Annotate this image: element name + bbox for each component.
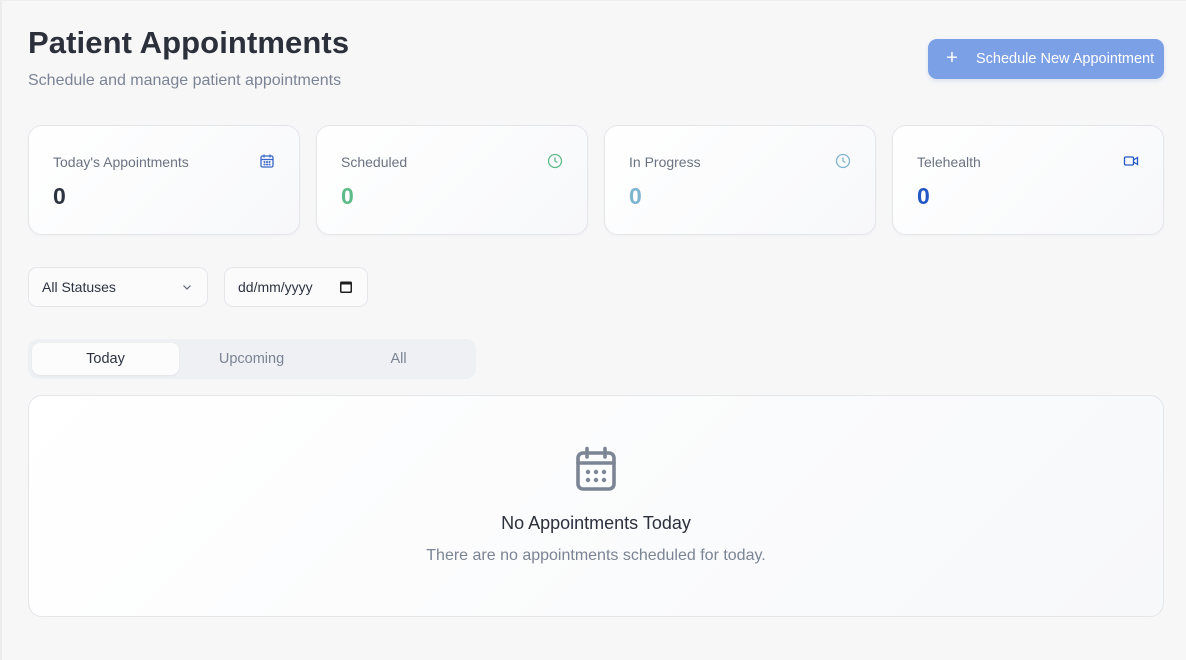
stat-value: 0 xyxy=(917,183,930,209)
status-filter-value: All Statuses xyxy=(42,279,116,295)
date-filter-input[interactable]: dd/mm/yyyy xyxy=(224,267,368,307)
empty-state-text: There are no appointments scheduled for … xyxy=(426,547,766,564)
stat-card-in-progress: In Progress 0 xyxy=(604,125,876,235)
calendar-picker-icon[interactable] xyxy=(339,280,353,294)
schedule-new-appointment-button[interactable]: + Schedule New Appointment xyxy=(928,39,1164,79)
stat-label: Telehealth xyxy=(917,154,981,170)
page-title: Patient Appointments xyxy=(28,25,350,60)
empty-state-title: No Appointments Today xyxy=(501,513,691,533)
status-filter-select[interactable]: All Statuses xyxy=(28,267,208,307)
appointments-page: Patient Appointments Schedule and manage… xyxy=(0,0,1186,660)
stat-card-telehealth: Telehealth 0 xyxy=(892,125,1164,235)
calendar-icon xyxy=(260,154,274,168)
schedule-new-appointment-label: Schedule New Appointment xyxy=(976,51,1155,67)
clock-icon xyxy=(547,153,563,169)
stat-card-today: Today's Appointments 0 xyxy=(28,125,300,235)
calendar-icon xyxy=(576,446,616,491)
stat-value: 0 xyxy=(53,183,66,209)
page-subtitle: Schedule and manage patient appointments xyxy=(28,72,342,89)
date-filter-placeholder: dd/mm/yyyy xyxy=(238,279,313,295)
appointments-empty-state: No Appointments Today There are no appoi… xyxy=(28,395,1164,617)
stat-label: Scheduled xyxy=(341,154,408,170)
stat-label: In Progress xyxy=(629,154,701,170)
stat-card-scheduled: Scheduled 0 xyxy=(316,125,588,235)
tab-upcoming[interactable]: Upcoming xyxy=(178,343,325,375)
clock-icon xyxy=(835,153,851,169)
tab-all[interactable]: All xyxy=(325,343,472,375)
stat-value: 0 xyxy=(341,183,354,209)
appointment-tabs: Today Upcoming All xyxy=(28,339,476,379)
stat-value: 0 xyxy=(629,183,642,209)
tab-today[interactable]: Today xyxy=(32,343,179,375)
chevron-down-icon xyxy=(183,285,191,290)
plus-icon: + xyxy=(946,47,958,69)
video-icon xyxy=(1123,156,1139,166)
stat-label: Today's Appointments xyxy=(53,154,189,170)
